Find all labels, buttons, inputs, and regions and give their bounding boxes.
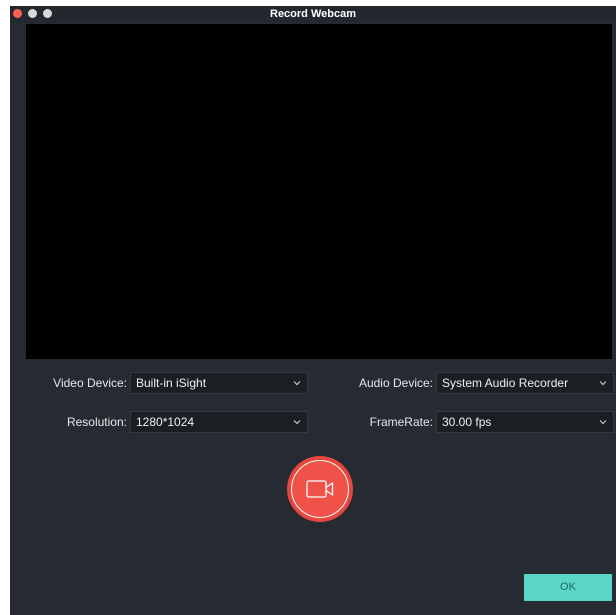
- window-title: Record Webcam: [270, 8, 356, 20]
- audio-device-select[interactable]: System Audio Recorder: [436, 372, 614, 394]
- resolution-select[interactable]: 1280*1024: [130, 411, 308, 433]
- resolution-value: 1280*1024: [136, 415, 195, 429]
- video-device-label: Video Device:: [53, 376, 127, 390]
- webcam-preview: [26, 24, 612, 359]
- record-button[interactable]: [287, 456, 353, 522]
- resolution-label: Resolution:: [66, 415, 127, 429]
- chevron-down-icon: [293, 381, 301, 386]
- record-webcam-window: Record Webcam Video Device: Built-in iSi…: [10, 6, 616, 615]
- chevron-down-icon: [599, 381, 607, 386]
- video-camera-icon: [306, 480, 334, 498]
- chevron-down-icon: [293, 420, 301, 425]
- audio-device-value: System Audio Recorder: [442, 376, 569, 390]
- video-device-select[interactable]: Built-in iSight: [130, 372, 308, 394]
- chevron-down-icon: [599, 420, 607, 425]
- framerate-label: FrameRate:: [369, 415, 433, 429]
- video-device-value: Built-in iSight: [136, 376, 207, 390]
- framerate-value: 30.00 fps: [442, 415, 492, 429]
- title-bar: Record Webcam: [10, 6, 616, 22]
- audio-device-label: Audio Device:: [358, 376, 433, 390]
- framerate-select[interactable]: 30.00 fps: [436, 411, 614, 433]
- ok-button[interactable]: OK: [524, 574, 612, 601]
